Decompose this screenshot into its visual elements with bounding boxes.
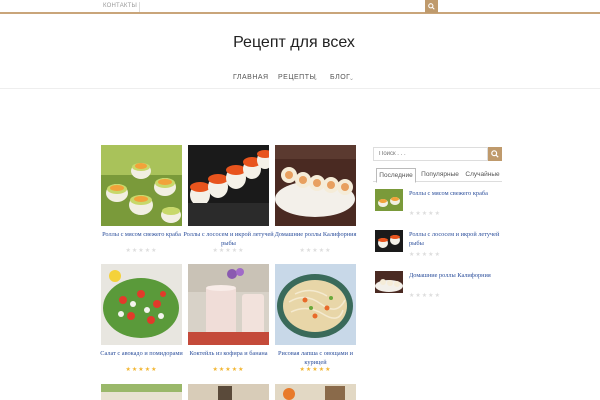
tab-latest[interactable]: Последние — [376, 168, 416, 183]
search-icon — [491, 150, 499, 158]
post-thumbnail-salad-avocado-tomato[interactable] — [101, 264, 182, 345]
post-thumbnail[interactable] — [188, 384, 269, 400]
post-thumbnail-rolls-california[interactable] — [275, 145, 356, 226]
post-title[interactable]: Роллы с лососем и икрой летучей рыбы — [182, 230, 275, 248]
search-input[interactable] — [374, 148, 487, 160]
post-title[interactable]: Рисовая лапша с овощами и курицей — [269, 349, 362, 367]
star-icon: ★ — [325, 247, 332, 254]
search-icon — [428, 3, 435, 10]
top-search-button[interactable] — [425, 0, 438, 13]
star-icon: ★ — [434, 292, 441, 299]
star-icon: ★ — [238, 247, 245, 254]
header-divider — [0, 88, 600, 89]
sidebar-post-title[interactable]: Домашние роллы Калифорния — [409, 271, 503, 280]
rating-stars: ★★★★★ — [275, 247, 356, 254]
rating-stars: ★★★★★ — [409, 251, 441, 258]
top-divider — [139, 2, 140, 12]
tab-random[interactable]: Случайные — [463, 168, 502, 182]
tab-popular[interactable]: Популярные — [417, 168, 463, 182]
sidebar-post-title[interactable]: Роллы с лососем и икрой летучей рыбы — [409, 230, 503, 248]
post-thumbnail-rice-noodles-chicken[interactable] — [275, 264, 356, 345]
post-title[interactable]: Коктейль из кофира и банана — [182, 349, 275, 358]
star-icon: ★ — [434, 251, 441, 258]
post-title[interactable]: Роллы с мясом свежего краба — [95, 230, 188, 239]
sidebar-thumbnail[interactable] — [375, 271, 403, 293]
sidebar-post-title[interactable]: Роллы с мясом свежего краба — [409, 189, 503, 198]
post-thumbnail-kefir-banana-shake[interactable] — [188, 264, 269, 345]
sidebar-post: Роллы с мясом свежего краба ★★★★★ — [375, 189, 503, 219]
nav-item-recipes[interactable]: Рецепты — [278, 74, 316, 81]
rating-stars: ★★★★★ — [275, 366, 356, 373]
top-bar: Контакты — [0, 0, 600, 14]
nav-item-blog[interactable]: Блог — [330, 74, 350, 81]
sidebar-search-button[interactable] — [488, 147, 502, 161]
post-title[interactable]: Салат с авокадо и помидорами — [95, 349, 188, 358]
sidebar-post: Роллы с лососем и икрой летучей рыбы ★★★… — [375, 230, 503, 260]
post-thumbnail-rolls-salmon-roe[interactable] — [188, 145, 269, 226]
star-icon: ★ — [151, 366, 158, 373]
sidebar-thumbnail[interactable] — [375, 189, 403, 211]
post-title[interactable]: Домашние роллы Калифорния — [269, 230, 362, 239]
sidebar-post: Домашние роллы Калифорния ★★★★★ — [375, 271, 503, 301]
rating-stars: ★★★★★ — [188, 366, 269, 373]
site-title[interactable]: Рецепт для всех — [0, 34, 588, 52]
rating-stars: ★★★★★ — [409, 292, 441, 299]
contacts-link[interactable]: Контакты — [103, 3, 137, 9]
sidebar-thumbnail[interactable] — [375, 230, 403, 252]
star-icon: ★ — [238, 366, 245, 373]
star-icon: ★ — [325, 366, 332, 373]
chevron-down-icon[interactable]: ⌄ — [349, 75, 354, 82]
post-thumbnail[interactable] — [275, 384, 356, 400]
chevron-down-icon[interactable]: ⌄ — [313, 75, 318, 82]
sidebar-tabs: Последние Популярные Случайные — [373, 168, 502, 183]
rating-stars: ★★★★★ — [101, 247, 182, 254]
post-thumbnail-rolls-avocado[interactable] — [101, 145, 182, 226]
sidebar-search — [373, 147, 488, 161]
rating-stars: ★★★★★ — [409, 210, 441, 217]
rating-stars: ★★★★★ — [101, 366, 182, 373]
star-icon: ★ — [434, 210, 441, 217]
rating-stars: ★★★★★ — [188, 247, 269, 254]
star-icon: ★ — [151, 247, 158, 254]
main-nav: Главная Рецепты ⌄ Блог ⌄ — [0, 74, 588, 86]
nav-item-home[interactable]: Главная — [233, 74, 269, 81]
post-thumbnail[interactable] — [101, 384, 182, 400]
